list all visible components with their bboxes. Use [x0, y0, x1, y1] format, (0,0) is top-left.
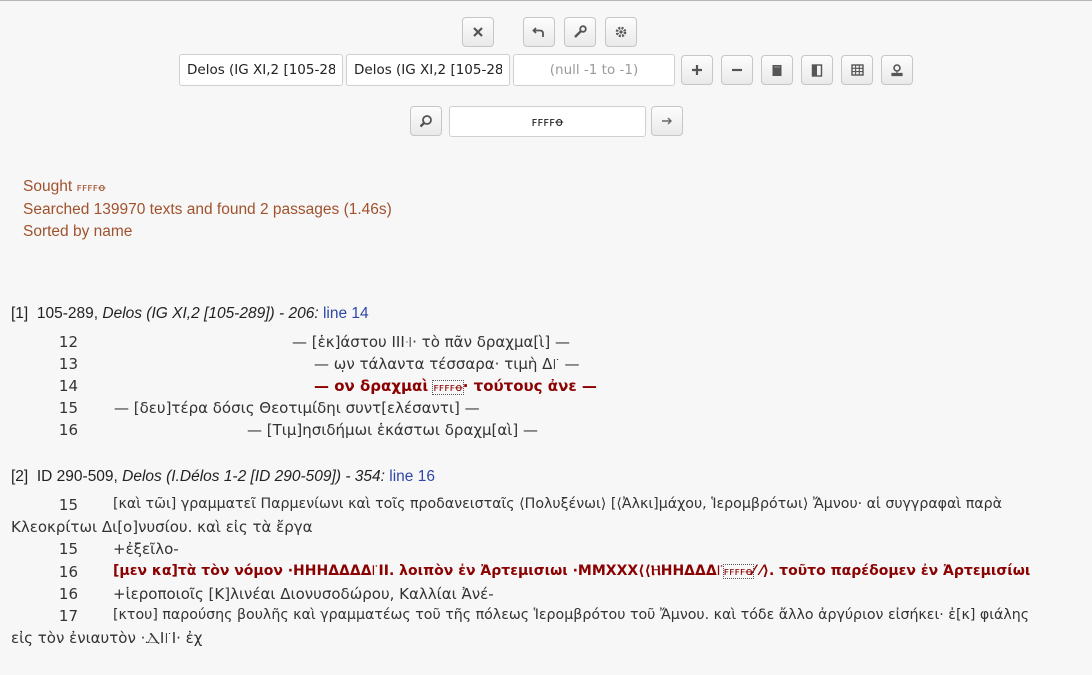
line-number: 15: [58, 399, 78, 417]
close-button[interactable]: [462, 17, 494, 47]
passage-header-2: [2] ID 290-509, Delos (I.Délos 1-2 [ID 2…: [11, 468, 435, 486]
stamp-icon: [891, 64, 903, 77]
search-input[interactable]: [449, 106, 646, 137]
passage-line-continuation: Κλεοκρίτωι Δι[ο]νυσίου. καὶ εἰς τὰ ἔργα: [11, 518, 313, 536]
close-icon: [473, 27, 483, 37]
table-view-button[interactable]: [841, 55, 873, 85]
search-button[interactable]: [410, 106, 442, 136]
book-half-icon: [811, 63, 823, 77]
passage-score: - 354:: [345, 468, 385, 485]
passage-index: [2]: [11, 468, 29, 485]
undo-icon: [532, 27, 544, 37]
line-number: 16: [58, 421, 78, 439]
half-text-view-button[interactable]: [801, 55, 833, 85]
text-select-from[interactable]: [179, 54, 343, 86]
sought-value: ꜰꜰꜰꜰꝋ: [76, 182, 106, 194]
passage-index: [1]: [11, 305, 29, 322]
stamp-button[interactable]: [881, 55, 913, 85]
search-icon: [419, 115, 432, 128]
range-input[interactable]: [513, 54, 675, 86]
line-number: 13: [58, 355, 78, 373]
search-status: Sought ꜰꜰꜰꜰꝋ Searched 139970 texts and f…: [23, 176, 392, 243]
passage-line: — [Τιμ]ησιδήμωι ἑκάστωι δραχμ[αὶ] —: [247, 421, 538, 439]
passage-site: Delos (IG XI,2 [105-289]): [102, 305, 275, 322]
passage-line: — [δευ]τέρα δόσις Θεοτιμίδηι συντ[ελέσαν…: [114, 399, 480, 417]
passage-site: Delos (I.Délos 1-2 [ID 290-509]): [122, 468, 341, 485]
passage-line: +ἐξεῖλο-: [113, 540, 179, 558]
gear-icon: [615, 26, 627, 38]
line-number: 16: [58, 563, 78, 581]
matched-line: [μεν κα]τὰ τὸν νόμον ·ΗΗΗΔΔΔΔ꜍ΙΙ. λοιπὸν…: [113, 563, 1031, 579]
passage-line-link[interactable]: line 16: [389, 468, 435, 485]
passage-line: [καὶ τῶι] γραμματεῖ Παρμενίωνι καὶ τοῖς …: [113, 496, 1002, 512]
line-number: 15: [58, 540, 78, 558]
passage-line: [κτου] παρούσης βουλῆς καὶ γραμματέως το…: [113, 607, 1030, 623]
grid-icon: [850, 64, 864, 76]
line-number: 16: [58, 585, 78, 603]
passage-ref: ID 290-509,: [36, 468, 118, 485]
go-button[interactable]: [651, 106, 683, 136]
matched-line: — ον δραχμαὶ ꜰꜰꜰꜰꝋ· τούτους ἀνε —: [314, 377, 597, 395]
passage-line: — ω̣ν τάλαντα τέσσαρα· τιμὴ Δ꜍ —: [314, 355, 580, 373]
zoom-in-button[interactable]: [681, 55, 713, 85]
passage-line-link[interactable]: line 14: [323, 305, 369, 322]
line-number: 14: [58, 377, 78, 395]
arrow-right-icon: [662, 117, 672, 125]
plus-icon: [692, 65, 702, 75]
sought-line: Sought ꜰꜰꜰꜰꝋ: [23, 178, 106, 195]
passage-line: — [ἑκ]άστου ΙΙΙ꜊· τὸ πᾶν δραχμα[ὶ] —: [292, 333, 570, 351]
passage-line: +ἱεροποιοῖς [Κ]λινέαι Διονυσοδώρου, Καλλ…: [113, 585, 494, 603]
line-number: 17: [58, 607, 78, 625]
passage-header-1: [1] 105-289, Delos (IG XI,2 [105-289]) -…: [11, 305, 369, 323]
options-gear-button[interactable]: [605, 17, 637, 47]
line-number: 12: [58, 333, 78, 351]
zoom-out-button[interactable]: [721, 55, 753, 85]
sort-order: Sorted by name: [23, 223, 133, 240]
passage-score: - 206:: [279, 305, 319, 322]
book-full-icon: [772, 64, 782, 76]
passage-ref: 105-289,: [36, 305, 99, 322]
passage-line-continuation: εἰς τὸν ἐνιαυτὸν ·ⲆΙ꜍Ι· ἐχ: [11, 629, 203, 647]
searched-summary: Searched 139970 texts and found 2 passag…: [23, 201, 392, 218]
match-highlight: ꜰꜰꜰꜰꝋ: [432, 380, 464, 395]
minus-icon: [732, 68, 742, 72]
text-select-to[interactable]: [346, 54, 510, 86]
wrench-icon: [574, 25, 587, 38]
undo-button[interactable]: [523, 17, 555, 47]
settings-wrench-button[interactable]: [564, 17, 596, 47]
full-text-view-button[interactable]: [761, 55, 793, 85]
line-number: 15: [58, 496, 78, 514]
match-highlight: ꜰꜰꜰꜰꝋ: [722, 564, 755, 579]
